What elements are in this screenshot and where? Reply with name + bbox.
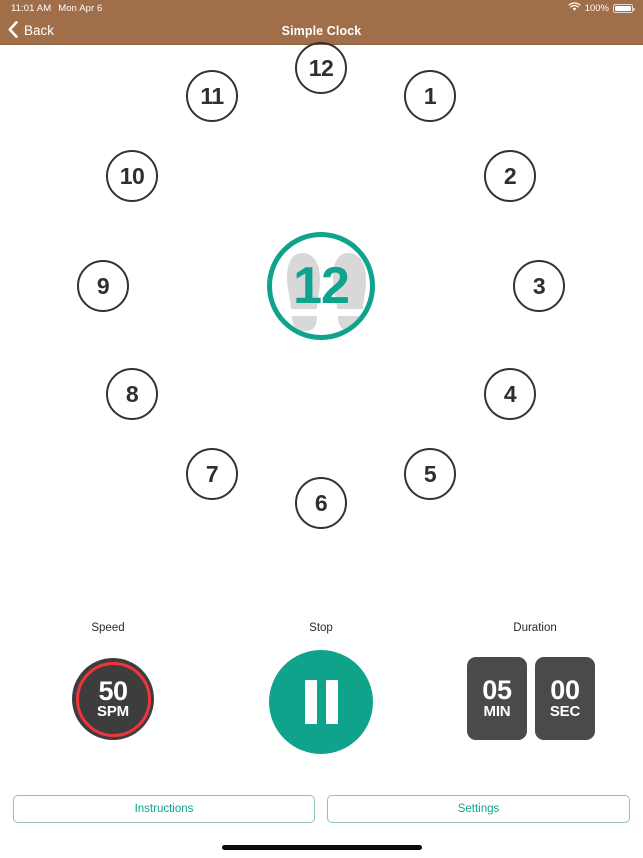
speed-dial-button[interactable]: 50 SPM [72, 658, 154, 740]
duration-minutes-unit: MIN [483, 703, 511, 721]
app-screen: 11:01 AM Mon Apr 6 100% Back Simple Cloc… [0, 0, 643, 858]
duration-label: Duration [513, 622, 557, 634]
home-indicator [221, 845, 422, 850]
clock-number[interactable]: 2 [484, 150, 536, 202]
duration-seconds-value: 00 [550, 675, 580, 706]
speed-value: 50 [98, 675, 128, 706]
battery-fill [615, 5, 631, 12]
clock-number[interactable]: 5 [404, 448, 456, 500]
active-beat-number: 12 [293, 257, 350, 315]
status-bar-right: 100% [568, 0, 635, 17]
duration-minutes-value: 05 [482, 675, 512, 706]
clock-number[interactable]: 7 [186, 448, 238, 500]
clock-number[interactable]: 8 [106, 368, 158, 420]
status-bar-left: 11:01 AM Mon Apr 6 [11, 0, 102, 17]
duration-fields: 05 MIN 00 SEC [467, 657, 595, 740]
page-title: Simple Clock [281, 23, 362, 38]
instructions-button[interactable]: Instructions [13, 795, 315, 823]
pause-icon-bar-right [325, 680, 338, 724]
clock-number[interactable]: 10 [106, 150, 158, 202]
speed-unit: SPM [97, 702, 129, 720]
clock-number[interactable]: 3 [513, 260, 565, 312]
duration-seconds-unit: SEC [549, 703, 581, 721]
footer-buttons: Instructions Settings [0, 795, 643, 825]
clock-number[interactable]: 11 [186, 70, 238, 122]
active-beat-indicator[interactable]: 12 [267, 232, 375, 340]
duration-seconds-field[interactable]: 00 SEC [535, 657, 595, 740]
clock-number[interactable]: 9 [77, 260, 129, 312]
duration-minutes-field[interactable]: 05 MIN [467, 657, 527, 740]
clock-number[interactable]: 12 [295, 42, 347, 94]
clock-number[interactable]: 4 [484, 368, 536, 420]
stop-button[interactable] [269, 650, 373, 754]
status-time: 11:01 AM [11, 3, 52, 14]
speed-label: Speed [91, 622, 125, 634]
status-bar: 11:01 AM Mon Apr 6 100% [0, 0, 643, 17]
clock-number[interactable]: 1 [404, 70, 456, 122]
battery-icon [613, 3, 635, 14]
settings-button[interactable]: Settings [327, 795, 630, 823]
navigation-bar: Back Simple Clock [0, 17, 643, 45]
transport-label: Stop [309, 622, 333, 634]
clock-number[interactable]: 6 [295, 477, 347, 529]
status-date: Mon Apr 6 [58, 3, 103, 14]
pause-icon-bar-left [304, 680, 317, 724]
battery-percent: 100% [584, 3, 609, 14]
wifi-icon [568, 2, 581, 15]
